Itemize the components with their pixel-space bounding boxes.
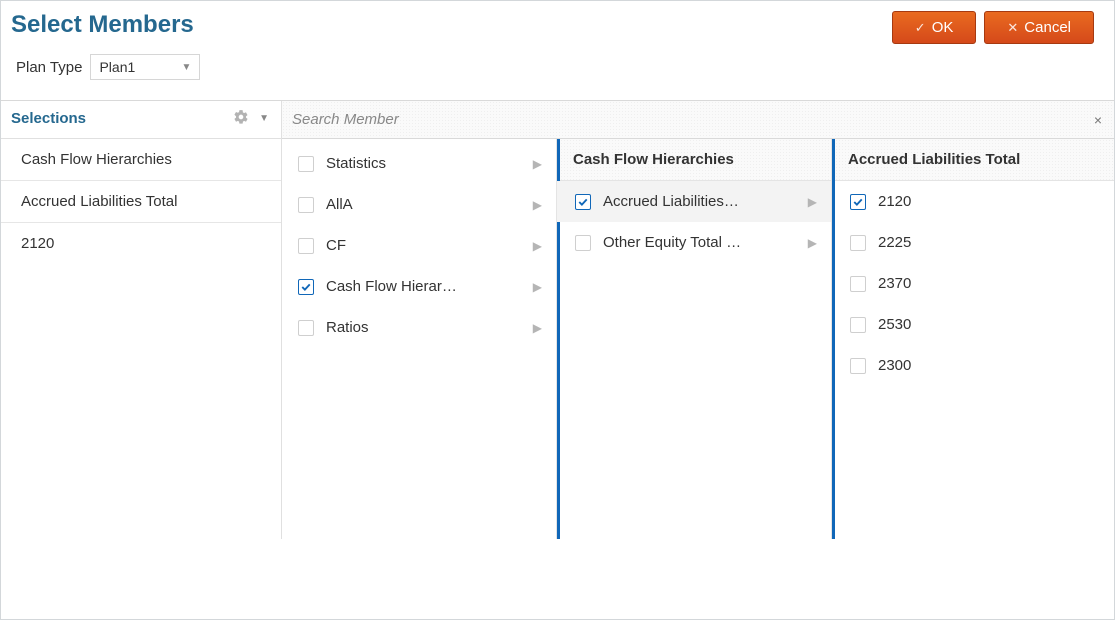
checkbox[interactable] [850,194,866,210]
member-item[interactable]: 2530 [832,304,1114,345]
member-label: 2300 [878,357,1048,374]
member-item[interactable]: Cash Flow Hierar… ▶ [282,266,556,307]
checkbox[interactable] [850,276,866,292]
chevron-right-icon: ▶ [533,239,542,253]
sidebar-item[interactable]: Cash Flow Hierarchies [1,139,281,181]
checkbox[interactable] [575,194,591,210]
member-label: 2530 [878,316,1048,333]
gear-icon[interactable] [233,109,249,128]
plan-type-select[interactable]: Plan1 ▼ [90,54,200,80]
checkmark-icon: ✓ [915,20,926,36]
checkbox[interactable] [850,358,866,374]
ok-button[interactable]: ✓ OK [892,11,977,44]
chevron-down-icon: ▼ [182,62,192,73]
checkbox[interactable] [850,235,866,251]
checkbox[interactable] [298,156,314,172]
chevron-right-icon: ▶ [533,198,542,212]
member-column-level3: Accrued Liabilities Total 2120 2225 2370… [832,139,1114,539]
member-item[interactable]: 2225 [832,222,1114,263]
member-label: Accrued Liabilities… [603,193,773,210]
chevron-right-icon: ▶ [533,321,542,335]
member-label: Other Equity Total … [603,234,773,251]
sidebar: Selections ▼ Cash Flow Hierarchies Accru… [1,101,281,539]
chevron-down-icon[interactable]: ▼ [259,113,269,124]
action-buttons: ✓ OK ✕ Cancel [892,11,1094,44]
page-title: Select Members [11,11,194,39]
chevron-right-icon: ▶ [533,280,542,294]
member-label: Statistics [326,155,496,172]
chevron-right-icon: ▶ [808,195,817,209]
chevron-right-icon: ▶ [533,157,542,171]
member-label: CF [326,237,496,254]
column-header: Accrued Liabilities Total [832,139,1114,181]
plan-type-label: Plan Type [16,59,82,76]
checkbox[interactable] [298,279,314,295]
member-item[interactable]: Statistics ▶ [282,143,556,184]
member-item[interactable]: 2370 [832,263,1114,304]
member-item[interactable]: CF ▶ [282,225,556,266]
member-label: Cash Flow Hierar… [326,278,496,295]
content-area: × Statistics ▶ AllA ▶ CF ▶ Cash Flow Hie… [281,101,1114,539]
member-item[interactable]: 2120 [832,181,1114,222]
sidebar-title: Selections [11,110,86,127]
member-label: 2120 [878,193,1048,210]
checkbox[interactable] [298,320,314,336]
column-header: Cash Flow Hierarchies [557,139,831,181]
member-item[interactable]: Other Equity Total … ▶ [557,222,831,263]
member-label: 2370 [878,275,1048,292]
ok-button-label: OK [932,19,954,36]
member-label: AllA [326,196,496,213]
member-item[interactable]: 2300 [832,345,1114,386]
member-column-root: Statistics ▶ AllA ▶ CF ▶ Cash Flow Hiera… [282,139,557,539]
member-item[interactable]: Ratios ▶ [282,307,556,348]
member-label: 2225 [878,234,1048,251]
member-item[interactable]: AllA ▶ [282,184,556,225]
plan-type-value: Plan1 [99,59,135,75]
cancel-button[interactable]: ✕ Cancel [984,11,1094,44]
member-item[interactable]: Accrued Liabilities… ▶ [557,181,831,222]
chevron-right-icon: ▶ [808,236,817,250]
search-input[interactable] [282,101,1114,138]
clear-search-icon[interactable]: × [1094,112,1102,128]
checkbox[interactable] [850,317,866,333]
sidebar-item[interactable]: 2120 [1,223,281,264]
checkbox[interactable] [298,197,314,213]
checkbox[interactable] [298,238,314,254]
member-column-level2: Cash Flow Hierarchies Accrued Liabilitie… [557,139,832,539]
cancel-button-label: Cancel [1024,19,1071,36]
member-label: Ratios [326,319,496,336]
sidebar-item[interactable]: Accrued Liabilities Total [1,181,281,223]
close-icon: ✕ [1007,20,1018,36]
checkbox[interactable] [575,235,591,251]
